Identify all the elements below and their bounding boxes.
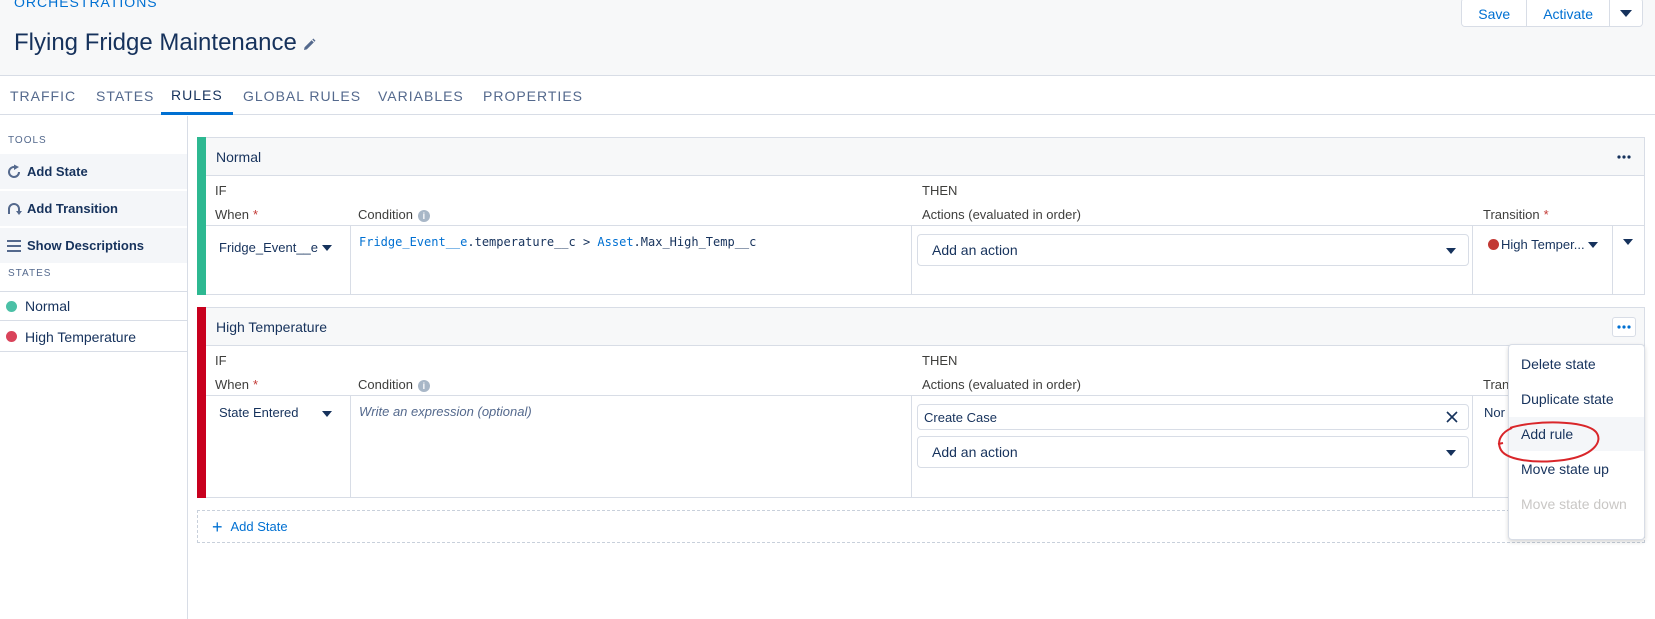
activate-button[interactable]: Activate [1527, 0, 1610, 26]
tab-bar: TRAFFIC STATES RULES GLOBAL RULES VARIAB… [0, 77, 1655, 115]
condition-label: Condition i [358, 377, 430, 392]
chevron-down-icon [1446, 248, 1456, 254]
then-label: THEN [922, 183, 958, 198]
add-action-select[interactable]: Add an action [917, 234, 1469, 266]
chevron-down-icon [1588, 242, 1598, 248]
if-label: IF [215, 183, 227, 198]
tool-label: Add State [27, 164, 88, 179]
menu-item-duplicate-state[interactable]: Duplicate state [1509, 382, 1644, 416]
state-color-dot [6, 331, 17, 342]
actions-label: Actions (evaluated in order) [922, 207, 1081, 222]
state-card-header: Normal [206, 138, 1644, 176]
tool-label: Show Descriptions [27, 238, 145, 253]
states-heading: STATES [8, 268, 52, 279]
condition-editor[interactable]: Write an expression (optional) [351, 396, 912, 498]
state-card-header: High Temperature [206, 308, 1644, 346]
chevron-down-icon [1623, 239, 1633, 245]
plus-icon: + [212, 516, 223, 537]
sidebar-state-high-temperature[interactable]: High Temperature [0, 322, 187, 352]
sidebar: TOOLS Add State Add Transition Show Desc… [0, 116, 188, 619]
condition-editor[interactable]: Fridge_Event__e.temperature__c > Asset.M… [351, 226, 912, 295]
chevron-down-icon [322, 411, 332, 417]
state-card-high-temperature: High Temperature IF THEN When * Condition… [197, 307, 1645, 498]
action-label: Create Case [924, 409, 997, 425]
condition-label: Condition i [358, 207, 430, 222]
transition-icon [8, 202, 22, 215]
add-state-button[interactable]: + Add State [197, 510, 1645, 543]
more-options-button[interactable] [1612, 317, 1636, 337]
state-name: Normal [216, 148, 262, 165]
rule-row: Fridge_Event__e Fridge_Event__e.temperat… [206, 225, 1644, 295]
more-icon [1617, 325, 1631, 329]
chevron-down-icon [322, 245, 332, 251]
pencil-icon[interactable] [302, 38, 316, 52]
menu-item-move-state-down: Move state down [1521, 496, 1627, 512]
menu-item-move-state-up[interactable]: Move state up [1509, 452, 1644, 486]
when-select[interactable]: Fridge_Event__e [206, 226, 351, 295]
state-color-stripe [197, 307, 206, 498]
actions-cell: Add an action [912, 226, 1473, 295]
tab-properties[interactable]: PROPERTIES [473, 77, 593, 115]
actions-cell: Create Case Add an action [912, 396, 1473, 498]
breadcrumb[interactable]: ORCHESTRATIONS [14, 0, 158, 10]
when-select[interactable]: State Entered [206, 396, 351, 498]
tab-global-rules[interactable]: GLOBAL RULES [233, 77, 371, 115]
close-icon[interactable] [1446, 411, 1458, 423]
more-actions-button[interactable] [1610, 0, 1642, 26]
list-icon [7, 239, 21, 252]
state-color-dot [1488, 239, 1499, 250]
more-options-button[interactable] [1612, 147, 1636, 167]
tool-label: Add Transition [27, 201, 118, 216]
add-action-select[interactable]: Add an action [917, 436, 1469, 468]
more-icon [1617, 155, 1631, 159]
menu-item-add-rule[interactable]: Add rule [1509, 417, 1644, 451]
tab-traffic[interactable]: TRAFFIC [0, 77, 86, 115]
action-item[interactable]: Create Case [917, 404, 1469, 430]
add-state-label: Add State [230, 519, 288, 534]
page-title: Flying Fridge Maintenance [14, 29, 297, 56]
when-label: When * [215, 207, 259, 222]
tool-add-state[interactable]: Add State [0, 154, 187, 190]
sidebar-state-normal[interactable]: Normal [0, 291, 187, 321]
condition-placeholder: Write an expression (optional) [359, 404, 532, 419]
refresh-icon [8, 164, 20, 178]
header-button-group: Save Activate [1461, 0, 1643, 27]
menu-item-delete-state[interactable]: Delete state [1509, 347, 1644, 381]
condition-expression: Fridge_Event__e.temperature__c > Asset.M… [359, 235, 757, 249]
state-context-menu: Delete state Duplicate state Add rule Mo… [1508, 344, 1645, 540]
state-card-normal: Normal IF THEN When * Condition i Actions … [197, 137, 1645, 295]
rule-menu-button[interactable] [1613, 226, 1645, 295]
state-color-stripe [197, 137, 206, 295]
transition-value: Nor [1484, 405, 1505, 420]
when-value: Fridge_Event__e [219, 240, 319, 255]
chevron-down-icon [1446, 450, 1456, 456]
transition-value: High Temper... [1501, 237, 1585, 252]
state-name: High Temperature [216, 318, 328, 335]
if-label: IF [215, 353, 227, 368]
tool-show-descriptions[interactable]: Show Descriptions [0, 228, 187, 264]
sidebar-state-label: Normal [25, 298, 71, 314]
tool-add-transition[interactable]: Add Transition [0, 191, 187, 227]
info-icon[interactable]: i [417, 379, 430, 392]
transition-select[interactable]: High Temper... [1473, 226, 1613, 295]
sidebar-state-label: High Temperature [25, 328, 137, 345]
tools-heading: TOOLS [8, 135, 47, 146]
transition-label: Transition * [1483, 207, 1549, 222]
when-value: State Entered [219, 405, 299, 420]
state-color-dot [6, 300, 17, 312]
tab-states[interactable]: STATES [86, 77, 164, 115]
actions-label: Actions (evaluated in order) [922, 377, 1081, 392]
save-button[interactable]: Save [1462, 0, 1528, 26]
tab-rules[interactable]: RULES [161, 77, 233, 115]
then-label: THEN [922, 353, 958, 368]
info-icon[interactable]: i [417, 209, 430, 222]
chevron-down-icon [1620, 9, 1632, 17]
when-label: When * [215, 377, 259, 392]
rule-row: State Entered Write an expression (optio… [206, 395, 1644, 498]
page-header: ORCHESTRATIONS Flying Fridge Maintenance… [0, 0, 1655, 76]
tab-variables[interactable]: VARIABLES [368, 77, 474, 115]
